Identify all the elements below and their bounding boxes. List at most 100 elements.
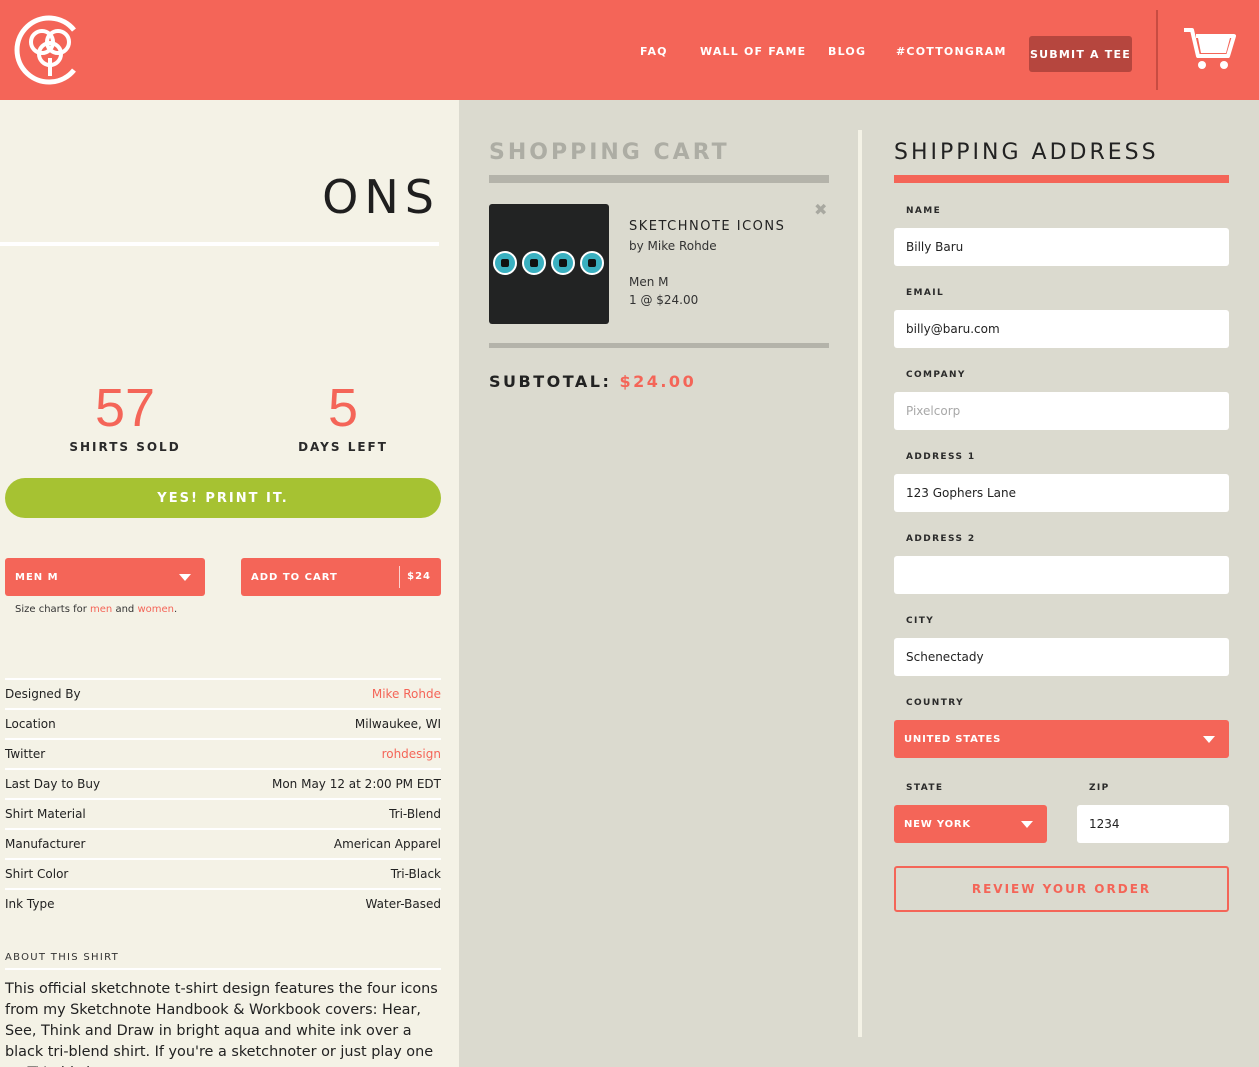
detail-label: Location	[5, 717, 56, 731]
subtotal-value: $24.00	[619, 372, 697, 391]
detail-row: Location Milwaukee, WI	[5, 708, 441, 738]
state-select-value: NEW YORK	[904, 818, 971, 830]
cart-item-name[interactable]: SKETCHNOTE ICONS	[629, 219, 785, 234]
designer-link[interactable]: Mike Rohde	[372, 687, 441, 701]
cart-item-size: Men M	[629, 275, 669, 289]
shopping-cart-title: SHOPPING CART	[489, 140, 730, 165]
shipping-address-title: SHIPPING ADDRESS	[894, 140, 1159, 165]
country-select[interactable]: UNITED STATES	[894, 720, 1229, 758]
add-to-cart-label: ADD TO CART	[251, 571, 338, 583]
address1-field[interactable]	[894, 474, 1229, 512]
zip-field[interactable]	[1077, 805, 1229, 843]
size-select-value: MEN M	[15, 571, 59, 583]
detail-value: Mon May 12 at 2:00 PM EDT	[271, 777, 441, 791]
shopping-cart-icon[interactable]	[1182, 26, 1236, 72]
city-field[interactable]	[894, 638, 1229, 676]
email-field[interactable]	[894, 310, 1229, 348]
shipping-title-rule	[894, 175, 1229, 183]
cart-title-rule	[489, 175, 829, 183]
size-chart-note: Size charts for men and women.	[15, 604, 177, 615]
checkout-panel: SHOPPING CART ✖ SKETCHNOTE ICONS by Mike…	[459, 100, 1259, 1067]
detail-value: American Apparel	[333, 837, 441, 851]
nav-faq[interactable]: FAQ	[640, 45, 668, 58]
detail-row: Manufacturer American Apparel	[5, 828, 441, 858]
cotton-bureau-logo-icon[interactable]	[12, 12, 88, 88]
detail-label: Shirt Material	[5, 807, 86, 821]
review-order-button[interactable]: REVIEW YOUR ORDER	[894, 866, 1229, 912]
draw-icon	[580, 251, 604, 275]
detail-label: Manufacturer	[5, 837, 86, 851]
size-select[interactable]: MEN M	[5, 558, 205, 596]
state-label: STATE	[906, 783, 944, 793]
detail-row: Last Day to Buy Mon May 12 at 2:00 PM ED…	[5, 768, 441, 798]
detail-label: Last Day to Buy	[5, 777, 101, 791]
about-text: This official sketchnote t-shirt design …	[5, 981, 438, 1067]
detail-row: Designed By Mike Rohde	[5, 678, 441, 708]
hear-icon	[493, 251, 517, 275]
cart-item-qty-price: 1 @ $24.00	[629, 293, 699, 307]
detail-row: Shirt Material Tri-Blend	[5, 798, 441, 828]
detail-value: Tri-Blend	[389, 807, 441, 821]
close-icon[interactable]: ✖	[814, 200, 827, 219]
detail-row: Twitter rohdesign	[5, 738, 441, 768]
chevron-down-icon	[1021, 821, 1033, 828]
about-heading: ABOUT THIS SHIRT	[5, 952, 441, 970]
think-icon	[551, 251, 575, 275]
state-select[interactable]: NEW YORK	[894, 805, 1047, 843]
city-label: CITY	[906, 616, 935, 626]
nav-cottongram[interactable]: #COTTONGRAM	[896, 45, 1007, 58]
header-divider	[1156, 10, 1158, 90]
address2-field[interactable]	[894, 556, 1229, 594]
detail-label: Shirt Color	[5, 867, 69, 881]
title-divider	[0, 242, 439, 246]
cart-item-designer: by Mike Rohde	[629, 239, 717, 253]
size-note-suffix: .	[173, 604, 178, 615]
size-chart-men-link[interactable]: men	[90, 604, 112, 615]
nav-wall-of-fame[interactable]: WALL OF FAME	[700, 45, 806, 58]
cart-item-thumbnail[interactable]	[489, 204, 609, 324]
days-left-number: 5	[327, 378, 359, 438]
product-details-table: Designed By Mike Rohde Location Milwauke…	[5, 678, 441, 918]
size-note-and: and	[112, 604, 138, 615]
country-label: COUNTRY	[906, 698, 964, 708]
email-label: EMAIL	[906, 288, 945, 298]
chevron-down-icon	[179, 574, 191, 581]
company-field[interactable]	[894, 392, 1229, 430]
panel-divider	[858, 130, 862, 1037]
submit-a-tee-button[interactable]: SUBMIT A TEE	[1029, 36, 1132, 72]
product-column: ONS 57 SHIRTS SOLD 5 DAYS LEFT YES! PRIN…	[0, 100, 459, 1067]
see-icon	[522, 251, 546, 275]
add-to-cart-price: $24	[407, 571, 431, 582]
subtotal: SUBTOTAL: $24.00	[489, 372, 696, 391]
country-select-value: UNITED STATES	[904, 733, 1002, 745]
cart-bottom-rule	[489, 343, 829, 348]
detail-row: Ink Type Water-Based	[5, 888, 441, 918]
chevron-down-icon	[1203, 736, 1215, 743]
twitter-link[interactable]: rohdesign	[382, 747, 441, 761]
yes-print-it-button[interactable]: YES! PRINT IT.	[5, 478, 441, 518]
nav-blog[interactable]: BLOG	[828, 45, 866, 58]
address1-label: ADDRESS 1	[906, 452, 976, 462]
site-header: FAQ WALL OF FAME BLOG #COTTONGRAM SUBMIT…	[0, 0, 1259, 100]
address2-label: ADDRESS 2	[906, 534, 976, 544]
detail-label: Twitter	[5, 747, 46, 761]
detail-value: Water-Based	[365, 897, 441, 911]
shirts-sold-label: SHIRTS SOLD	[69, 440, 181, 454]
size-chart-women-link[interactable]: women	[137, 604, 174, 615]
add-to-cart-button[interactable]: ADD TO CART $24	[241, 558, 441, 596]
detail-row: Shirt Color Tri-Black	[5, 858, 441, 888]
days-left-label: DAYS LEFT	[298, 440, 388, 454]
zip-label: ZIP	[1089, 783, 1110, 793]
detail-label: Ink Type	[5, 897, 55, 911]
shirts-sold-number: 57	[94, 378, 156, 438]
name-label: NAME	[906, 206, 942, 216]
name-field[interactable]	[894, 228, 1229, 266]
subtotal-label: SUBTOTAL:	[489, 372, 612, 391]
product-title: ONS	[322, 170, 440, 224]
shirts-sold-stat: 57 SHIRTS SOLD	[35, 378, 215, 454]
detail-value: Tri-Black	[390, 867, 441, 881]
days-left-stat: 5 DAYS LEFT	[253, 378, 433, 454]
button-separator	[399, 566, 400, 588]
detail-value: Milwaukee, WI	[354, 717, 441, 731]
detail-label: Designed By	[5, 687, 81, 701]
